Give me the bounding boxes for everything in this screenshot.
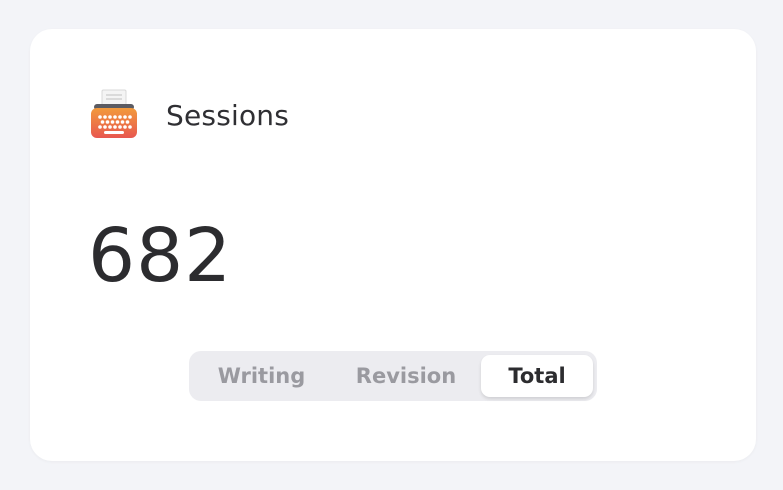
segmented-control: Writing Revision Total [189,351,597,401]
sessions-card: Sessions 682 Writing Revision Total [30,29,756,461]
segment-total[interactable]: Total [481,355,593,397]
segment-writing[interactable]: Writing [189,355,334,397]
segment-revision[interactable]: Revision [334,355,478,397]
sessions-count: 682 [88,213,233,299]
typewriter-icon [91,89,137,138]
card-header: Sessions [88,87,289,143]
card-title: Sessions [166,98,290,132]
